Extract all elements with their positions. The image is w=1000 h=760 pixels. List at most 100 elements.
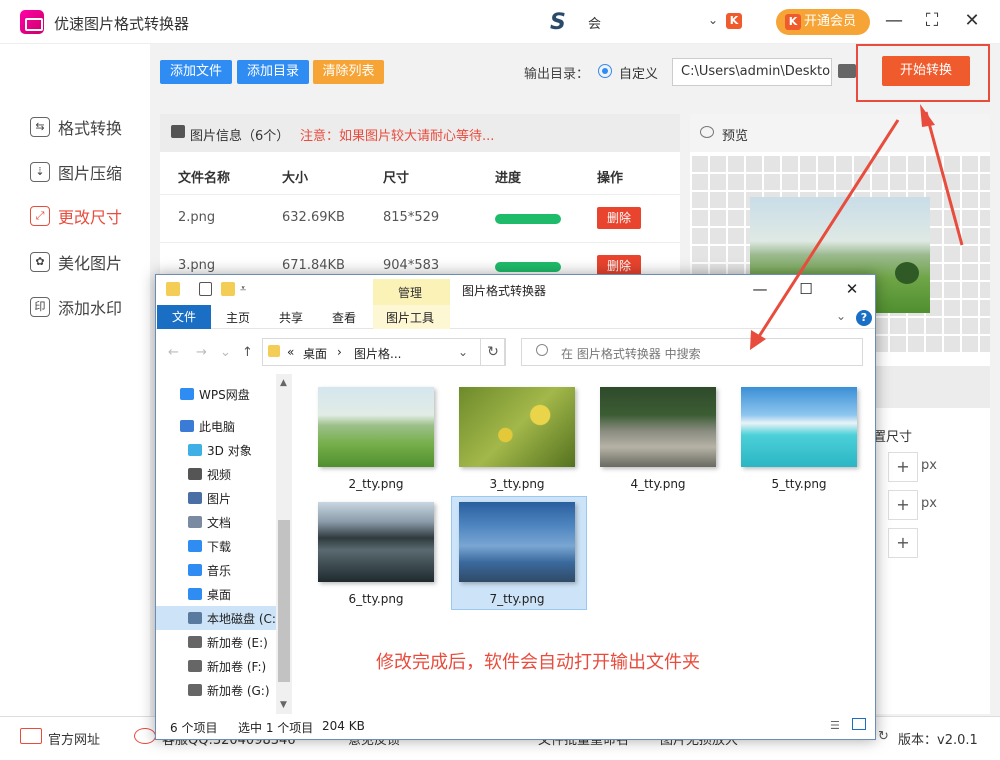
maximize-icon[interactable]: ⛶ [920,10,944,31]
height-plus-button[interactable]: + [888,490,918,520]
file-item[interactable]: 3_tty.png [459,387,575,500]
brand-s-logo-icon: S [550,10,566,35]
properties-icon[interactable] [199,282,212,296]
cell-dims: 904*583 [383,258,440,273]
tab-file[interactable]: 文件 [157,305,211,329]
k-badge-icon[interactable]: K [726,13,742,29]
column-header: 尺寸 [383,171,410,186]
tree-item-label: 桌面 [207,587,232,602]
music-icon [188,564,202,576]
file-name: 2_tty.png [348,477,404,491]
start-convert-button[interactable]: 开始转换 [882,56,970,86]
refresh-icon[interactable]: ↻ [480,338,506,366]
search-icon [536,344,548,356]
sidebar-item-3[interactable]: ✿ 美化图片 [30,250,122,274]
new-folder-icon[interactable] [221,282,235,296]
explorer-close-icon[interactable]: ✕ [842,280,862,298]
custom-radio[interactable] [598,64,612,78]
tab-view[interactable]: 查看 [332,309,356,326]
scroll-down-icon[interactable]: ▼ [280,700,287,710]
tree-item-label: 3D 对象 [207,443,252,458]
tree-item[interactable]: 文档 [188,513,231,531]
height-unit: px [921,496,937,511]
vip-button[interactable]: K 开通会员 [776,9,870,35]
tree-item[interactable]: 下载 [188,537,231,555]
custom-label[interactable]: 自定义 [619,63,658,82]
file-item[interactable]: 7_tty.png [459,502,575,615]
up-arrow-icon[interactable]: ↑ [242,345,253,360]
delete-button[interactable]: 删除 [597,207,641,229]
tree-item-label: 本地磁盘 (C: [207,611,276,626]
sidebar-item-1[interactable]: ⇣ 图片压缩 [30,160,122,184]
account-label[interactable]: 会 [588,13,601,32]
breadcrumb-separator: › [337,345,342,359]
sidebar-item-0[interactable]: ⇆ 格式转换 [30,115,122,139]
preview-title: 预览 [722,129,749,144]
tree-item-label: 文档 [207,515,232,530]
width-plus-button[interactable]: + [888,452,918,482]
recent-chevron-icon[interactable]: ⌄ [220,345,231,360]
explorer-maximize-icon[interactable]: ☐ [796,280,816,298]
sidebar-item-label: 更改尺寸 [58,208,123,227]
sidebar-item-2[interactable]: ⤢ 更改尺寸 [30,204,122,228]
ribbon-expand-icon[interactable]: ⌄ [836,309,846,323]
tab-home[interactable]: 主页 [226,309,250,326]
breadcrumb-overflow[interactable]: « [287,345,294,359]
add-directory-button[interactable]: 添加目录 [237,60,309,84]
tree-item[interactable]: 音乐 [188,561,231,579]
address-dropdown-icon[interactable]: ⌄ [458,345,468,359]
tree-item-label: 视频 [207,467,232,482]
folder-icon[interactable] [838,64,856,78]
quick-folder-icon[interactable] [166,282,180,296]
output-path-input[interactable]: C:\Users\admin\Desktop [672,58,832,86]
explorer-title: 图片格式转换器 [462,284,547,298]
scale-plus-button[interactable]: + [888,528,918,558]
tree-item[interactable]: 新加卷 (F:) [188,657,266,675]
tree-item[interactable]: 新加卷 (E:) [188,633,268,651]
scrollbar-thumb[interactable] [278,520,290,682]
explorer-minimize-icon[interactable]: — [750,280,770,298]
progress-bar [495,262,561,272]
tree-item[interactable]: 新加卷 (G:) [188,681,270,699]
close-icon[interactable]: ✕ [960,10,984,31]
file-item[interactable]: 2_tty.png [318,387,434,500]
tab-share[interactable]: 共享 [279,309,303,326]
add-file-button[interactable]: 添加文件 [160,60,232,84]
tree-item[interactable]: 图片 [188,489,231,507]
drive-icon [188,636,202,648]
clear-list-button[interactable]: 清除列表 [313,60,384,84]
file-item[interactable]: 5_tty.png [741,387,857,500]
breadcrumb-desktop[interactable]: 桌面 [303,345,327,362]
sidebar-item-4[interactable]: 印添加水印 [30,295,122,319]
chevron-down-icon[interactable]: ⌄ [708,13,718,27]
drive-icon [188,684,202,696]
scroll-up-icon[interactable]: ▲ [280,378,287,388]
width-unit: px [921,458,937,473]
back-arrow-icon[interactable]: ← [168,345,179,360]
tree-item[interactable]: 视频 [188,465,231,483]
forward-arrow-icon[interactable]: → [196,345,207,360]
file-thumbnail [600,387,716,467]
beautify-icon: ✿ [30,252,50,272]
help-icon[interactable]: ? [856,310,872,326]
website-icon [20,728,42,744]
tree-item[interactable]: 本地磁盘 (C: [188,609,276,627]
tree-item[interactable]: 桌面 [188,585,231,603]
tree-item[interactable]: WPS网盘 [180,385,250,403]
column-header: 大小 [282,171,309,186]
file-name: 3_tty.png [489,477,545,491]
file-item[interactable]: 4_tty.png [600,387,716,500]
file-name: 7_tty.png [489,592,545,606]
tree-item[interactable]: 3D 对象 [188,441,252,459]
tree-item-label: 图片 [207,491,232,506]
thumbnail-view-icon[interactable] [852,718,866,730]
tree-item[interactable]: 此电脑 [180,417,235,435]
eye-icon [700,126,714,138]
details-view-icon[interactable]: ☰ [830,719,840,732]
breadcrumb-folder[interactable]: 图片格... [354,345,401,362]
cloud-icon [180,388,194,400]
file-item[interactable]: 6_tty.png [318,502,434,615]
customize-qat-icon[interactable]: ⩡ [240,282,246,296]
official-site-link[interactable]: 官方网址 [48,729,100,748]
minimize-icon[interactable]: — [882,10,906,31]
